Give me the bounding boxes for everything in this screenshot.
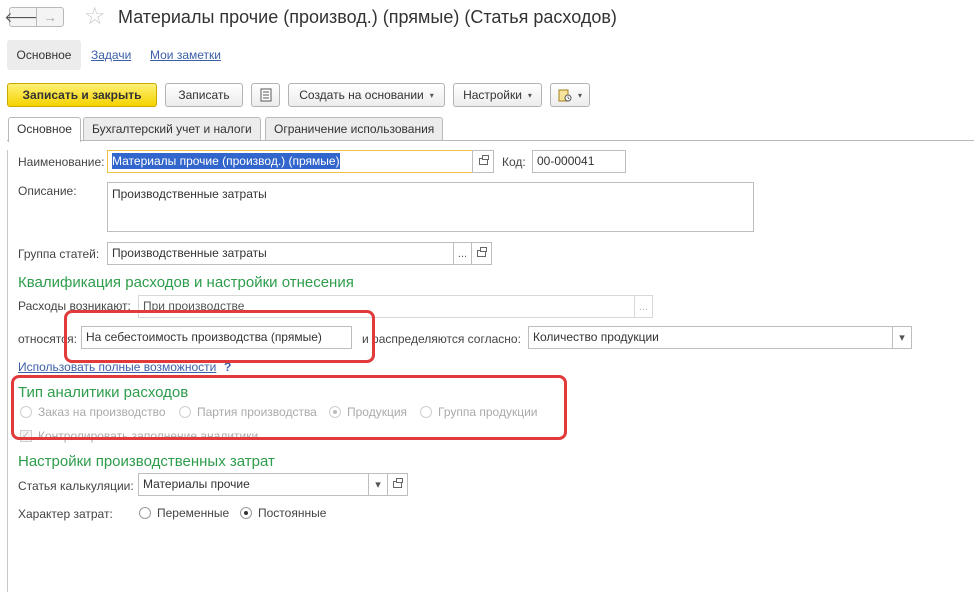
name-label: Наименование: — [18, 155, 105, 169]
radio-order[interactable] — [20, 406, 32, 418]
distribute-select[interactable]: Количество продукции — [528, 326, 893, 349]
nav-tab-main[interactable]: Основное — [7, 40, 81, 70]
control-analytics-checkbox[interactable]: ✓ — [20, 430, 32, 442]
name-open-button[interactable] — [472, 150, 494, 173]
save-and-close-button[interactable]: Записать и закрыть — [7, 83, 157, 107]
distribute-dropdown-button[interactable]: ▾ — [892, 326, 912, 349]
create-based-on-button[interactable]: Создать на основании ▾ — [288, 83, 445, 107]
save-button[interactable]: Записать — [165, 83, 243, 107]
open-window-icon — [478, 155, 489, 165]
calc-select[interactable]: Материалы прочие — [138, 473, 369, 496]
create-based-on-label: Создать на основании — [299, 88, 424, 102]
group-label: Группа статей: — [18, 247, 100, 261]
caret-down-icon: ▾ — [527, 90, 532, 100]
assign-label: относятся: — [18, 332, 77, 346]
nav-tab-tasks[interactable]: Задачи — [91, 40, 131, 70]
name-value: Материалы прочие (производ.) (прямые) — [112, 153, 340, 169]
report-menu-button[interactable]: ▾ — [550, 83, 590, 107]
ellipsis-icon: ... — [457, 247, 468, 260]
tab-divider — [7, 140, 974, 141]
radio-product-group[interactable] — [420, 406, 432, 418]
open-window-icon — [393, 478, 403, 488]
arise-label: Расходы возникают: — [18, 299, 131, 313]
forward-button[interactable]: → — [36, 7, 64, 27]
ellipsis-icon: ... — [638, 300, 649, 313]
analytics-section-title: Тип аналитики расходов — [18, 384, 189, 401]
arise-input[interactable]: При производстве — [138, 295, 635, 318]
list-icon — [260, 88, 271, 102]
production-section-title: Настройки производственных затрат — [18, 453, 275, 470]
nature-label: Характер затрат: — [18, 507, 113, 521]
settings-button[interactable]: Настройки ▾ — [453, 83, 542, 107]
name-input[interactable]: Материалы прочие (производ.) (прямые) — [107, 150, 473, 173]
star-icon[interactable]: ☆ — [84, 4, 106, 30]
group-select-button[interactable]: ... — [453, 242, 472, 265]
calc-label: Статья калькуляции: — [18, 479, 134, 493]
arise-select-button[interactable]: ... — [634, 295, 653, 318]
assign-input[interactable]: На себестоимость производства (прямые) — [81, 326, 352, 349]
radio-batch-label: Партия производства — [197, 405, 317, 419]
report-icon — [558, 89, 572, 102]
list-button[interactable] — [251, 83, 280, 107]
arrow-right-icon: → — [43, 9, 57, 25]
caret-down-icon: ▾ — [577, 90, 582, 100]
radio-fixed[interactable] — [240, 507, 252, 519]
calc-dropdown-button[interactable]: ▾ — [368, 473, 388, 496]
save-and-close-label: Записать и закрыть — [22, 88, 142, 102]
radio-batch[interactable] — [179, 406, 191, 418]
qualification-section-title: Квалификация расходов и настройки отнесе… — [18, 274, 354, 291]
chevron-down-icon: ▾ — [899, 332, 905, 344]
chevron-down-icon: ▾ — [375, 479, 381, 491]
description-label: Описание: — [18, 184, 77, 198]
caret-down-icon: ▾ — [429, 90, 434, 100]
check-icon: ✓ — [21, 430, 31, 441]
radio-product[interactable] — [329, 406, 341, 418]
radio-fixed-label: Постоянные — [258, 506, 327, 520]
content-border — [7, 150, 8, 592]
radio-variable[interactable] — [139, 507, 151, 519]
group-open-button[interactable] — [471, 242, 492, 265]
code-label: Код: — [502, 155, 526, 169]
distribute-label: и распределяются согласно: — [362, 332, 521, 346]
calc-open-button[interactable] — [387, 473, 408, 496]
radio-product-label: Продукция — [347, 405, 408, 419]
radio-variable-label: Переменные — [157, 506, 230, 520]
save-label: Записать — [178, 88, 230, 102]
help-icon[interactable]: ? — [224, 360, 231, 374]
radio-order-label: Заказ на производство — [38, 405, 166, 419]
tab-restrictions[interactable]: Ограничение использования — [265, 117, 444, 141]
full-features-link[interactable]: Использовать полные возможности — [18, 360, 216, 374]
page-title: Материалы прочие (производ.) (прямые) (С… — [118, 7, 617, 27]
open-window-icon — [477, 247, 487, 257]
control-analytics-label: Контролировать заполнение аналитики — [38, 429, 259, 443]
tab-main[interactable]: Основное — [8, 117, 81, 142]
nav-tab-notes[interactable]: Мои заметки — [150, 40, 221, 70]
settings-label: Настройки — [463, 88, 522, 102]
back-button[interactable]: 🡐 — [4, 7, 42, 27]
description-textarea[interactable]: Производственные затраты — [107, 182, 754, 232]
code-input[interactable]: 00-000041 — [532, 150, 626, 173]
tab-accounting[interactable]: Бухгалтерский учет и налоги — [83, 117, 261, 141]
radio-product-group-label: Группа продукции — [438, 405, 538, 419]
group-input[interactable]: Производственные затраты — [107, 242, 454, 265]
